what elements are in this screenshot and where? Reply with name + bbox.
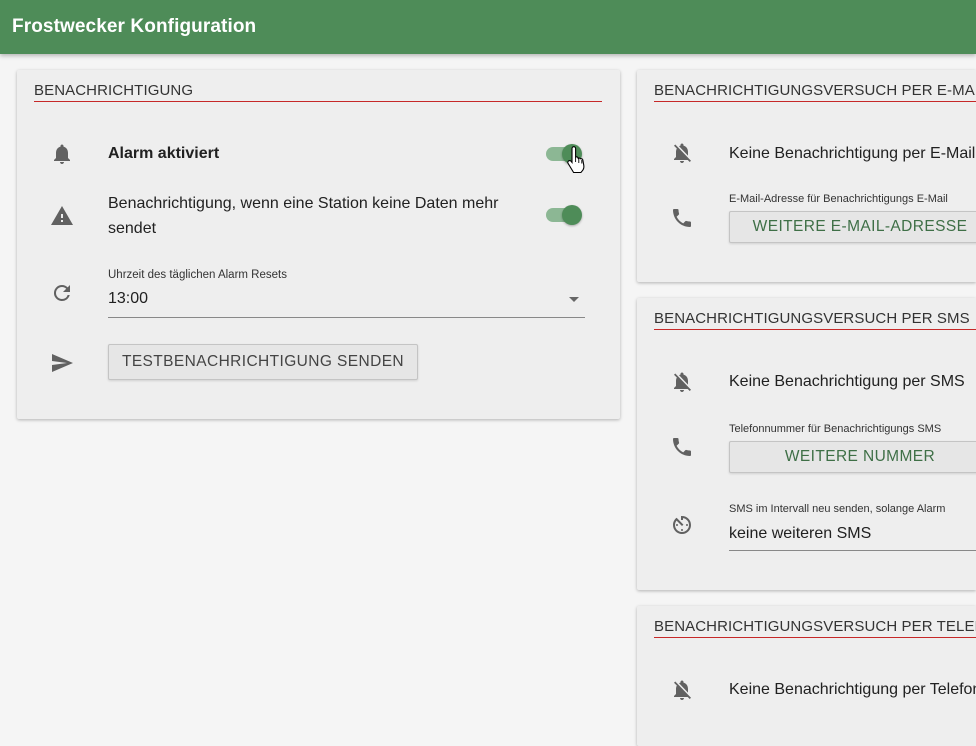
station-alert-toggle[interactable] [544,203,584,227]
sms-interval-value: keine weiteren SMS [729,525,872,542]
alarm-label: Alarm aktiviert [108,145,220,162]
sms-interval-label: SMS im Intervall neu senden, solange Ala… [729,503,946,515]
refresh-icon [50,281,74,305]
station-alert-label-line2: sendet [108,220,157,237]
sms-card-header: BENACHRICHTIGUNGSVERSUCH PER SMS [654,310,976,330]
bell-off-icon [670,141,694,165]
station-alert-label-line1: Benachrichtigung, wenn eine Station kein… [108,195,499,212]
sms-status-text: Keine Benachrichtigung per SMS [729,373,965,390]
send-icon [50,351,74,375]
warning-icon [50,204,74,228]
timer-icon [670,513,694,537]
sms-interval-select[interactable]: keine weiteren SMS [729,523,976,551]
bell-icon [50,142,74,166]
call-status-text: Keine Benachrichtigung per Telefon [729,681,976,698]
call-card-header: BENACHRICHTIGUNGSVERSUCH PER TELEFON [654,618,976,638]
bell-off-icon [670,678,694,702]
notification-card-header: BENACHRICHTIGUNG [34,82,602,102]
send-test-notification-button[interactable]: TESTBENACHRICHTIGUNG SENDEN [108,344,418,380]
reset-time-label: Uhrzeit des täglichen Alarm Resets [108,269,287,281]
app-bar: Frostwecker Konfiguration [0,0,976,54]
app-title: Frostwecker Konfiguration [12,16,257,37]
bell-off-icon [670,370,694,394]
sms-card: BENACHRICHTIGUNGSVERSUCH PER SMS Keine B… [637,298,976,590]
phone-icon [670,435,694,459]
phone-icon [670,206,694,230]
email-address-label: E-Mail-Adresse für Benachrichtigungs E-M… [729,193,948,205]
email-status-text: Keine Benachrichtigung per E-Mail [729,145,976,162]
hand-cursor-icon [565,146,587,174]
reset-time-value: 13:00 [108,290,149,307]
notification-card: BENACHRICHTIGUNG Alarm aktiviert Benachr… [17,70,620,419]
chevron-down-icon [569,297,579,302]
add-email-button[interactable]: WEITERE E-MAIL-ADRESSE [729,211,976,243]
phone-number-label: Telefonnummer für Benachrichtigungs SMS [729,423,942,435]
call-card: BENACHRICHTIGUNGSVERSUCH PER TELEFON Kei… [637,606,976,746]
email-card-header: BENACHRICHTIGUNGSVERSUCH PER E-MAIL [654,82,976,102]
add-number-button[interactable]: WEITERE NUMMER [729,441,976,473]
email-card: BENACHRICHTIGUNGSVERSUCH PER E-MAIL Kein… [637,70,976,282]
reset-time-select[interactable]: 13:00 [108,288,585,318]
